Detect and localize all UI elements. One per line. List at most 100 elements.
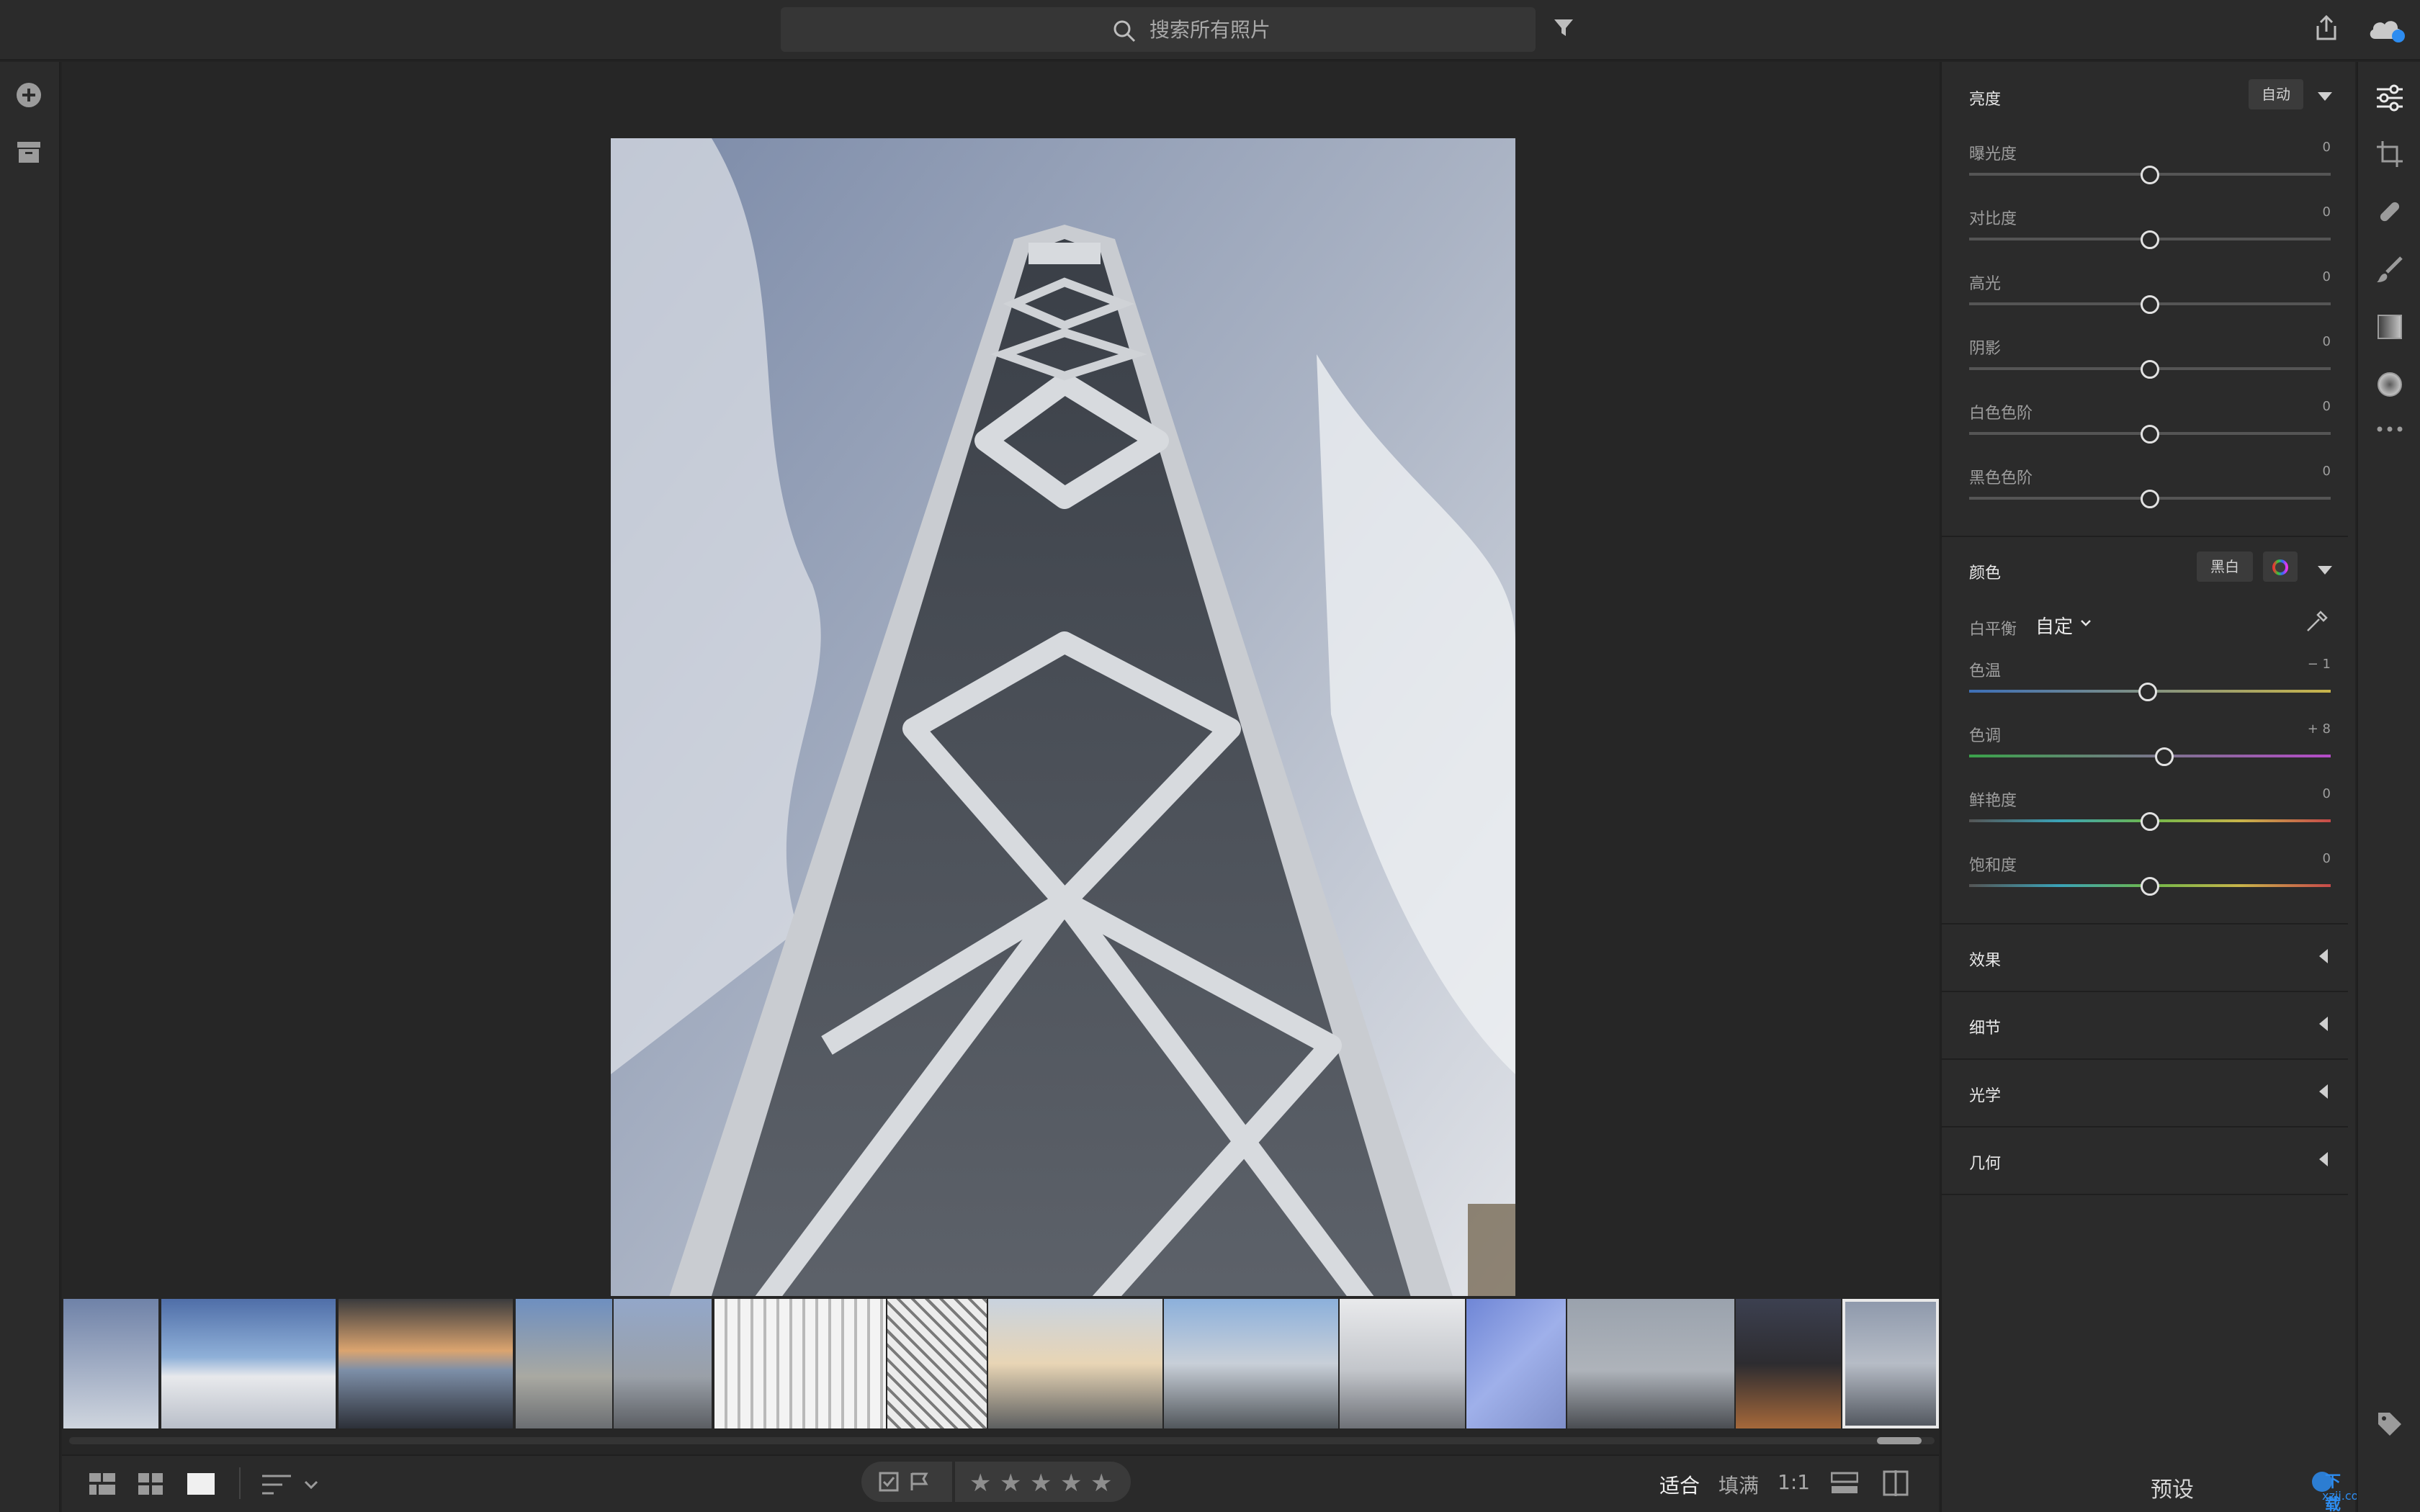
filmstrip-thumbnail[interactable] — [714, 1299, 886, 1428]
filmstrip-thumbnail[interactable] — [63, 1299, 158, 1428]
search-input[interactable] — [1150, 13, 1510, 46]
slider-2[interactable]: 鲜艳度 0 — [1969, 786, 2331, 838]
slider-value[interactable]: 0 — [2323, 334, 2331, 349]
photo-grid-view-icon[interactable] — [89, 1473, 115, 1495]
edit-adjust-icon[interactable] — [2375, 84, 2404, 112]
slider-3[interactable]: 饱和度 0 — [1969, 851, 2331, 903]
filmstrip-thumbnail[interactable] — [339, 1299, 513, 1428]
filmstrip-thumbnail[interactable] — [516, 1299, 612, 1428]
crop-icon[interactable] — [2375, 140, 2404, 168]
expand-toggle[interactable] — [2319, 1152, 2328, 1166]
light-collapse-toggle[interactable] — [2318, 92, 2332, 101]
white-balance-select[interactable]: 自定 — [2035, 612, 2073, 639]
archive-icon[interactable] — [16, 140, 42, 164]
presets-button[interactable]: 预设 — [2151, 1472, 2194, 1503]
slider-4[interactable]: 白色色阶 0 — [1969, 399, 2331, 451]
slider-value[interactable]: 0 — [2323, 399, 2331, 414]
tag-icon[interactable] — [2375, 1410, 2404, 1439]
bw-button[interactable]: 黑白 — [2197, 552, 2253, 582]
slider-knob[interactable] — [2141, 877, 2159, 896]
slider-knob[interactable] — [2155, 747, 2174, 766]
filmstrip-scrollbar[interactable] — [69, 1437, 1935, 1444]
color-collapse-toggle[interactable] — [2318, 566, 2332, 575]
slider-5[interactable]: 黑色色阶 0 — [1969, 464, 2331, 516]
expand-toggle[interactable] — [2319, 949, 2328, 963]
search-box[interactable] — [781, 7, 1536, 52]
section-title[interactable]: 光学 — [1969, 1083, 2001, 1106]
zoom-fit-option[interactable]: 适合 — [1659, 1470, 1700, 1499]
slider-value[interactable]: 0 — [2323, 786, 2331, 801]
star-icon[interactable]: ★ — [1060, 1469, 1082, 1498]
filmstrip-thumbnail[interactable] — [161, 1299, 336, 1428]
slider-1[interactable]: 色调 + 8 — [1969, 721, 2331, 773]
filmstrip-thumbnail[interactable] — [1466, 1299, 1566, 1428]
slider-knob[interactable] — [2141, 490, 2159, 508]
collapsed-section[interactable]: 光学 — [1942, 1060, 2348, 1128]
collapsed-section[interactable]: 效果 — [1942, 924, 2348, 992]
slider-value[interactable]: + 8 — [2308, 721, 2331, 737]
more-options-icon[interactable] — [2375, 425, 2404, 433]
radial-gradient-icon[interactable] — [2375, 370, 2404, 399]
square-grid-view-icon[interactable] — [138, 1473, 163, 1495]
zoom-1to1-option[interactable]: 1:1 — [1778, 1470, 1810, 1494]
collapsed-section[interactable]: 细节 — [1942, 992, 2348, 1060]
healing-brush-icon[interactable] — [2375, 197, 2404, 226]
slider-value[interactable]: 0 — [2323, 204, 2331, 220]
eyedropper-icon[interactable] — [2303, 609, 2329, 635]
brush-icon[interactable] — [2375, 255, 2404, 284]
filmstrip-thumbnail[interactable] — [887, 1299, 987, 1428]
slider-value[interactable]: 0 — [2323, 140, 2331, 155]
expand-toggle[interactable] — [2319, 1017, 2328, 1031]
slider-value[interactable]: 0 — [2323, 269, 2331, 284]
detail-view-icon[interactable] — [187, 1473, 215, 1495]
chevron-down-icon[interactable] — [304, 1480, 318, 1489]
collapsed-section[interactable]: 几何 — [1942, 1128, 2348, 1195]
filmstrip-thumbnail[interactable] — [1164, 1299, 1338, 1428]
chevron-down-icon[interactable] — [2080, 619, 2092, 626]
linear-gradient-icon[interactable] — [2375, 312, 2404, 341]
filmstrip-toggle-icon[interactable] — [1831, 1472, 1858, 1495]
scrollbar-handle[interactable] — [1877, 1437, 1922, 1444]
slider-knob[interactable] — [2141, 360, 2159, 379]
filmstrip-thumbnail[interactable] — [1340, 1299, 1465, 1428]
color-section-title[interactable]: 颜色 — [1969, 560, 2001, 583]
slider-value[interactable]: 0 — [2323, 464, 2331, 479]
section-title[interactable]: 几何 — [1969, 1151, 2001, 1174]
slider-knob[interactable] — [2141, 230, 2159, 249]
slider-knob[interactable] — [2141, 425, 2159, 444]
star-icon[interactable]: ★ — [1090, 1469, 1112, 1498]
cloud-sync-icon[interactable] — [2367, 14, 2407, 43]
filmstrip-thumbnail[interactable] — [988, 1299, 1162, 1428]
filmstrip-thumbnail[interactable] — [1736, 1299, 1841, 1428]
slider-knob[interactable] — [2138, 683, 2158, 701]
auto-button[interactable]: 自动 — [2249, 79, 2303, 109]
color-mixer-button[interactable] — [2263, 552, 2298, 582]
light-section-title[interactable]: 亮度 — [1969, 86, 2001, 109]
pick-flag-icon[interactable] — [879, 1472, 899, 1492]
expand-toggle[interactable] — [2319, 1084, 2328, 1099]
zoom-fill-option[interactable]: 填满 — [1718, 1470, 1759, 1499]
sort-icon[interactable] — [262, 1475, 291, 1495]
slider-2[interactable]: 高光 0 — [1969, 269, 2331, 321]
star-icon[interactable]: ★ — [969, 1469, 991, 1498]
slider-1[interactable]: 对比度 0 — [1969, 204, 2331, 256]
slider-0[interactable]: 曝光度 0 — [1969, 140, 2331, 192]
share-icon[interactable] — [2312, 14, 2341, 43]
slider-knob[interactable] — [2141, 166, 2159, 184]
filter-icon[interactable] — [1553, 17, 1574, 39]
filmstrip-thumbnail-selected[interactable] — [1842, 1299, 1939, 1428]
slider-track[interactable] — [1969, 755, 2331, 757]
filmstrip-thumbnail[interactable] — [614, 1299, 712, 1428]
star-icon[interactable]: ★ — [1030, 1469, 1052, 1498]
slider-knob[interactable] — [2141, 812, 2159, 831]
filmstrip-thumbnail[interactable] — [1567, 1299, 1734, 1428]
compare-view-icon[interactable] — [1883, 1470, 1909, 1496]
section-title[interactable]: 细节 — [1969, 1015, 2001, 1038]
slider-value[interactable]: 0 — [2323, 851, 2331, 866]
section-title[interactable]: 效果 — [1969, 948, 2001, 971]
main-photo[interactable] — [611, 138, 1515, 1344]
reject-flag-icon[interactable] — [909, 1472, 929, 1492]
slider-knob[interactable] — [2141, 295, 2159, 314]
slider-3[interactable]: 阴影 0 — [1969, 334, 2331, 386]
slider-value[interactable]: − 1 — [2308, 657, 2331, 672]
